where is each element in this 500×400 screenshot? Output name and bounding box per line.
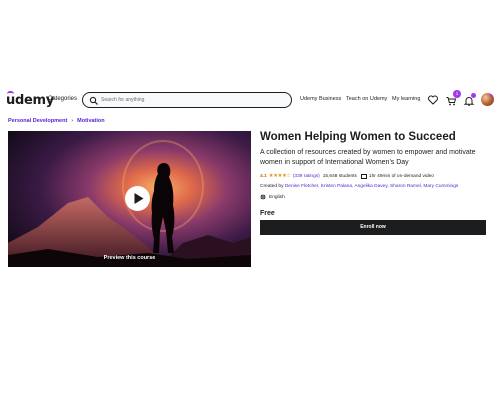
categories-menu[interactable]: Categories [48,96,77,102]
cart-count-badge: 1 [453,90,461,98]
video-duration: 1hr 49min of on-demand video [368,173,434,179]
course-preview-video[interactable]: Preview this course [8,131,251,267]
course-language: English [269,194,285,200]
top-navigation-bar: udemy Categories Udemy Business Teach on… [0,86,500,114]
star-rating-icon: ★★★★☆ [268,173,292,179]
preview-label[interactable]: Preview this course [8,255,251,261]
course-price: Free [260,210,275,217]
search-icon[interactable] [89,96,99,106]
breadcrumb-personal-development[interactable]: Personal Development [8,118,67,124]
nav-udemy-business[interactable]: Udemy Business [300,96,341,102]
rating-row: 4.1 ★★★★☆ (339 ratings) 15,648 students … [260,173,434,179]
cart-button[interactable]: 1 [445,90,461,106]
breadcrumb: Personal Development › Motivation [8,118,105,124]
notification-dot [471,93,476,98]
logo-hat-icon [7,91,14,94]
breadcrumb-chevron-icon: › [71,118,74,124]
play-button[interactable] [125,186,150,211]
play-icon [134,193,144,204]
notifications-button[interactable] [463,93,476,107]
breadcrumb-motivation[interactable]: Motivation [77,118,105,124]
course-subtitle: A collection of resources created by wom… [260,149,476,166]
nav-my-learning[interactable]: My learning [392,96,420,102]
wishlist-heart-icon[interactable] [427,94,439,106]
user-avatar[interactable] [481,93,494,106]
udemy-logo[interactable]: udemy [6,91,54,108]
rating-count-link[interactable]: (339 ratings) [293,174,320,179]
created-by-row: Created by Denise Fletcher, Kristen Pala… [260,184,458,189]
enroll-now-button[interactable]: Enroll now [260,220,486,235]
created-by-label: Created by [260,184,284,189]
language-row: English [260,194,285,200]
globe-icon [260,194,266,200]
avatar-status-dot [490,93,494,97]
search-bar[interactable] [82,92,292,108]
search-input[interactable] [101,95,286,105]
course-title: Women Helping Women to Succeed [260,131,456,143]
nav-teach-on-udemy[interactable]: Teach on Udemy [346,96,387,102]
author-links[interactable]: Denise Fletcher, Kristen Palana, Angelik… [285,184,458,189]
rating-value: 4.1 [260,173,267,179]
student-count: 15,648 students [322,173,357,179]
logo-text: udemy [6,93,54,108]
video-icon [360,173,367,179]
